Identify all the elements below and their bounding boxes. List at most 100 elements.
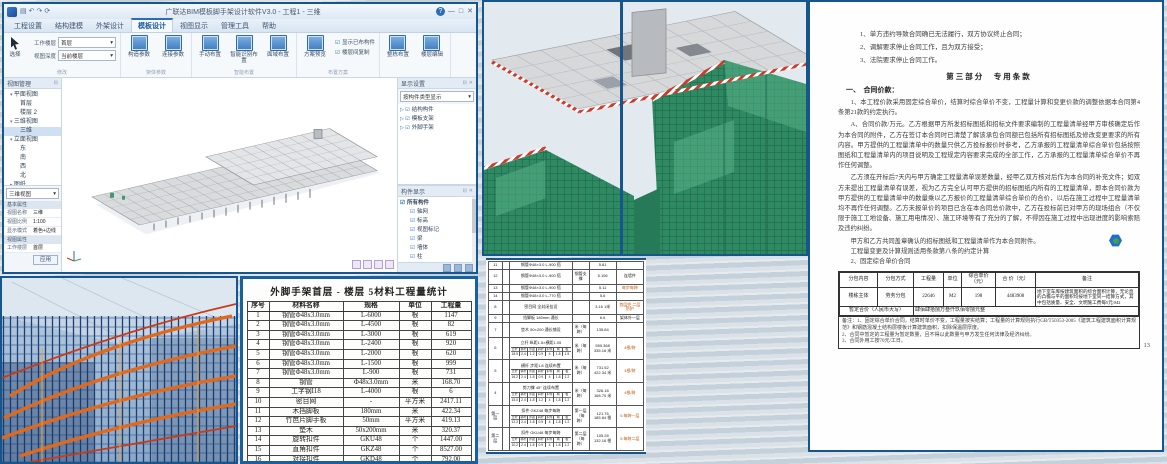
column-header: 合 价（元） — [996, 272, 1036, 287]
prop-section-basic: 基本属性 — [4, 201, 61, 209]
ribbon-tab[interactable]: 模板设计 — [131, 18, 173, 32]
qat-icon[interactable]: ▤ — [20, 7, 27, 17]
view-tree-item[interactable]: 东 — [4, 145, 61, 154]
list-tool-icon[interactable] — [465, 264, 473, 272]
materials-row: 4钢管Φ48x3.0mmL-2400根920 — [247, 340, 471, 350]
filter-checkbox-item[interactable]: 外脚手架 — [400, 124, 476, 133]
view-tool-icon[interactable] — [352, 260, 361, 269]
column-header: 综合单价（元） — [962, 272, 996, 287]
view-tree-item[interactable]: 三维 — [4, 127, 61, 136]
cursor-icon — [9, 36, 21, 50]
pin-icon[interactable]: ⊟ — [463, 80, 467, 86]
rule-line: 工程量变更及计算规则适用条款第八条的约定计算 — [838, 247, 1140, 257]
app-logo-icon — [7, 7, 17, 17]
ribbon-button[interactable]: 手动布置 — [194, 34, 226, 58]
materials-summary-panel: 外脚手架首层 - 楼层 5材料工程量统计 序号材料名称规格单位工程量 1钢管Φ4… — [240, 276, 478, 464]
component-checkbox-list: 所有构件轴网标高视图标记梁墙体柱板悬挑钢梁预埋件连墙件楼梯安全网外脚手架 — [398, 197, 476, 262]
component-display-panel: 构件显示 ⊟✕ 所有构件轴网标高视图标记梁墙体柱板悬挑钢梁预埋件连墙件楼梯安全网… — [398, 186, 476, 272]
work-floor-select[interactable]: 首层▾ — [58, 37, 116, 48]
materials-row: 15直角扣件GKZ48个8527.00 — [247, 445, 471, 455]
select-tool-button[interactable]: 选择 — [6, 34, 24, 58]
ribbon-tab[interactable]: 视图显示 — [174, 20, 214, 32]
contract-list-item: 3、法院要求停止合同工作。 — [838, 54, 1140, 67]
list-tool-icon[interactable] — [454, 264, 462, 272]
help-icon[interactable]: ? — [436, 7, 445, 16]
column-header: 材料名称 — [269, 302, 343, 312]
ribbon-tab[interactable]: 外架设计 — [90, 20, 130, 32]
property-type-select[interactable]: 三维视图▾ — [6, 188, 59, 199]
window-control-button[interactable]: ✕ — [467, 7, 473, 17]
filter-mode-select[interactable]: 按构件类型显示▾ — [400, 91, 474, 102]
qat-icon[interactable]: ⟳ — [44, 7, 50, 17]
component-checkbox-item[interactable]: 梁 — [400, 235, 476, 244]
building-render-image — [482, 0, 808, 256]
ribbon-tab[interactable]: 帮助 — [256, 20, 282, 32]
ribbon-checkbox[interactable]: 显示已布构件 — [335, 38, 375, 46]
list-tool-icon[interactable] — [443, 264, 451, 272]
qat-icon[interactable]: ↷ — [37, 7, 43, 17]
prop-row: 显示模式着色+边线 — [4, 227, 61, 236]
apply-button[interactable]: 应用 — [33, 255, 58, 265]
page-number: 13 — [1144, 342, 1151, 349]
ribbon-group-extra: 整栋布置楼层编辑 — [380, 33, 451, 77]
close-icon[interactable]: ✕ — [469, 188, 473, 194]
contract-document-page: 1、单方违约导致合同确已无法履行，双方协议终止合同；2、调解要求停止合同工作，且… — [808, 0, 1164, 452]
view-depth-select[interactable]: 当前楼层▾ — [58, 50, 116, 61]
ribbon: 选择 工作楼层 首层▾ 视图深度 当前楼层▾ 修改 构造参数连接参数 架体参数 — [4, 33, 476, 78]
view-tool-icon[interactable] — [374, 260, 383, 269]
view-tree-item[interactable]: 平面视图 — [4, 91, 61, 100]
scrollbar-thumb[interactable] — [472, 199, 476, 233]
column-header: 序号 — [247, 302, 269, 312]
view-tree-item[interactable]: 三维视图 — [4, 118, 61, 127]
component-checkbox-item[interactable]: 墙体 — [400, 244, 476, 253]
view-tree-item[interactable]: 楼层 2 — [4, 109, 61, 118]
view-tree-item[interactable]: 西 — [4, 163, 61, 172]
right-sidebar: 显示设置 ⊟✕ 按构件类型显示▾ 结构构件模板支架外脚手架 构件显示 ⊟✕ 所有… — [397, 78, 476, 272]
work-floor-field: 工作楼层 首层▾ — [26, 37, 116, 48]
ribbon-button[interactable]: 构造参数 — [123, 34, 155, 58]
ribbon-checkbox[interactable]: 楼层间复制 — [335, 48, 375, 56]
price-table: 分包内容分包方式工程量单位综合单价（元）合 价（元）备注 楼栋主体 劳务分包 2… — [839, 272, 1139, 317]
ribbon-button[interactable]: 方案预览 — [299, 34, 331, 58]
ribbon-tab[interactable]: 管理工具 — [215, 20, 255, 32]
filter-checkbox-item[interactable]: 模板支架 — [400, 115, 476, 124]
ribbon-button[interactable]: 楼层编辑 — [416, 34, 448, 58]
view-tree-item[interactable]: 立面视图 — [4, 136, 61, 145]
view-tool-icon[interactable] — [385, 260, 394, 269]
3d-viewport[interactable] — [62, 78, 397, 272]
view-tree-item[interactable]: 北 — [4, 172, 61, 181]
ribbon-button[interactable]: 连接参数 — [157, 34, 189, 58]
view-tool-icon[interactable] — [363, 260, 372, 269]
window-control-button[interactable]: □ — [459, 7, 463, 17]
filter-checkbox-item[interactable]: 结构构件 — [400, 106, 476, 115]
pin-icon[interactable]: ⊟ — [54, 80, 58, 86]
ribbon-button[interactable]: 面域布置 — [262, 34, 294, 58]
window-title: 广联达BIM模板脚手架设计软件V3.0 - 工程1 - 三维 — [53, 7, 433, 17]
column-header: 备注 — [1036, 272, 1139, 287]
ribbon-button[interactable]: 整栋布置 — [382, 34, 414, 58]
materials-row: 1钢管Φ48x3.0mmL-6000根1147 — [247, 311, 471, 321]
part-heading: 第三部分 专用条款 — [838, 71, 1140, 82]
display-settings-panel: 显示设置 ⊟✕ 按构件类型显示▾ 结构构件模板支架外脚手架 — [398, 78, 476, 186]
component-checkbox-item[interactable]: 轴网 — [400, 208, 476, 217]
scrollbar[interactable] — [472, 197, 476, 263]
component-checkbox-item[interactable]: 标高 — [400, 217, 476, 226]
close-icon[interactable]: ✕ — [469, 80, 473, 86]
ribbon-tab[interactable]: 结构建模 — [49, 20, 89, 32]
window-control-button[interactable]: — — [448, 7, 455, 17]
component-checkbox-item[interactable]: 所有构件 — [400, 199, 476, 208]
ribbon-tab[interactable]: 工程设置 — [8, 20, 48, 32]
view-tree-item[interactable]: 南 — [4, 154, 61, 163]
column-header: 单位 — [944, 272, 962, 287]
pin-icon[interactable]: ⊟ — [463, 188, 467, 194]
contract-list-item: 1、单方违约导致合同确已无法履行，双方协议终止合同； — [838, 28, 1140, 41]
component-checkbox-item[interactable]: 视图标记 — [400, 226, 476, 235]
view-tree-item[interactable]: 首层 — [4, 100, 61, 109]
component-checkbox-item[interactable]: 柱 — [400, 253, 476, 262]
table-notes: 备注：1、固定综合单价合同，结算时单价不变，工程量按实结算；工程量的计算规则执行… — [839, 316, 1139, 347]
price-table-wrap: 分包内容分包方式工程量单位综合单价（元）合 价（元）备注 楼栋主体 劳务分包 2… — [838, 271, 1140, 349]
prop-section-view: 视图属性 — [4, 236, 61, 244]
qat-icon[interactable]: ↶ — [29, 7, 35, 17]
calc-row: 8密目网 全封闭挂设3.16 1米首层兜 二层防护 — [489, 300, 644, 315]
ribbon-button[interactable]: 智能识别布置 — [228, 34, 260, 64]
